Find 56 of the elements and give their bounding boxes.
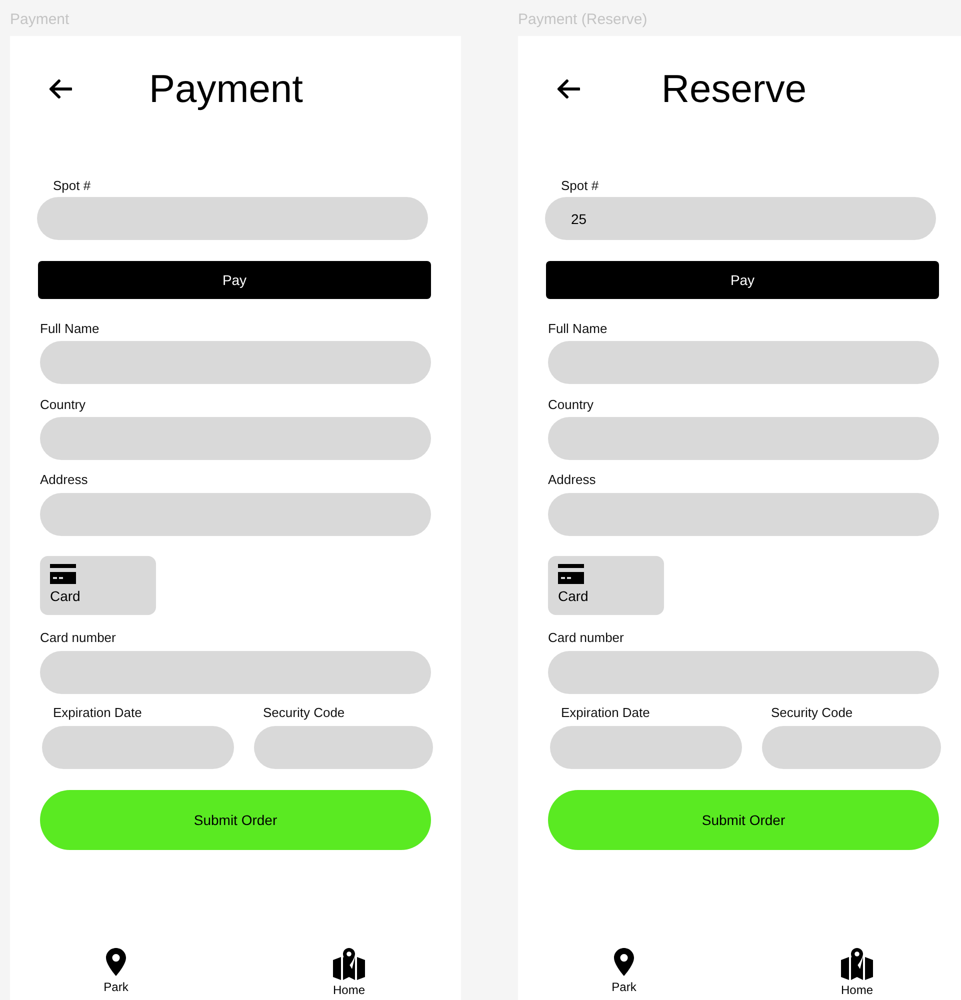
field-label: Spot # — [561, 179, 599, 193]
field-label: Address — [40, 473, 88, 487]
nav-label: Park — [612, 980, 636, 994]
field-label: Security Code — [771, 706, 854, 720]
nav-item[interactable]: Park — [584, 948, 664, 997]
card-label: Card — [50, 588, 80, 604]
input-field[interactable] — [40, 651, 431, 694]
input-field[interactable] — [548, 417, 939, 460]
field-label: Country — [40, 398, 86, 412]
nav-label: Home — [332, 983, 365, 997]
nav-item[interactable]: Park — [76, 948, 156, 997]
field-label: Country — [548, 398, 594, 412]
field-label: Card number — [40, 631, 116, 645]
nav-label: Home — [840, 983, 873, 997]
field-label: Full Name — [548, 322, 608, 336]
map-icon — [333, 948, 365, 980]
credit-card-icon — [50, 564, 76, 584]
card-option[interactable]: Card — [548, 556, 664, 615]
screen-title: Reserve — [660, 67, 808, 113]
input-field[interactable] — [548, 341, 939, 384]
input-field[interactable] — [762, 726, 941, 769]
input-field[interactable] — [254, 726, 433, 769]
screen-title: Payment — [148, 67, 304, 113]
back-button[interactable] — [48, 79, 74, 101]
nav-label: Park — [104, 980, 128, 994]
card-label: Card — [558, 588, 588, 604]
input-field[interactable] — [42, 726, 234, 769]
pay-button[interactable]: Pay — [546, 261, 939, 299]
pay-button[interactable]: Pay — [38, 261, 431, 299]
location-pin-icon — [614, 948, 634, 976]
back-arrow-icon — [556, 79, 580, 99]
nav-item[interactable]: Home — [817, 948, 897, 997]
field-label: Security Code — [263, 706, 346, 720]
input-field[interactable] — [37, 197, 428, 240]
credit-card-icon — [558, 564, 584, 584]
input-field[interactable] — [548, 493, 939, 536]
field-label: Card number — [548, 631, 624, 645]
field-label: Expiration Date — [561, 706, 651, 720]
location-pin-icon — [106, 948, 126, 976]
back-arrow-icon — [48, 79, 72, 99]
card-option[interactable]: Card — [40, 556, 156, 615]
input-field[interactable] — [40, 341, 431, 384]
input-field[interactable]: 25 — [545, 197, 936, 240]
nav-item[interactable]: Home — [309, 948, 389, 997]
input-field[interactable] — [40, 417, 431, 460]
map-icon — [841, 948, 873, 980]
field-label: Full Name — [40, 322, 100, 336]
field-label: Spot # — [53, 179, 91, 193]
submit-button[interactable]: Submit Order — [548, 790, 939, 850]
submit-button[interactable]: Submit Order — [40, 790, 431, 850]
field-label: Address — [548, 473, 596, 487]
input-field[interactable] — [550, 726, 742, 769]
input-field[interactable] — [40, 493, 431, 536]
field-label: Expiration Date — [53, 706, 143, 720]
input-field[interactable] — [548, 651, 939, 694]
back-button[interactable] — [556, 79, 582, 101]
